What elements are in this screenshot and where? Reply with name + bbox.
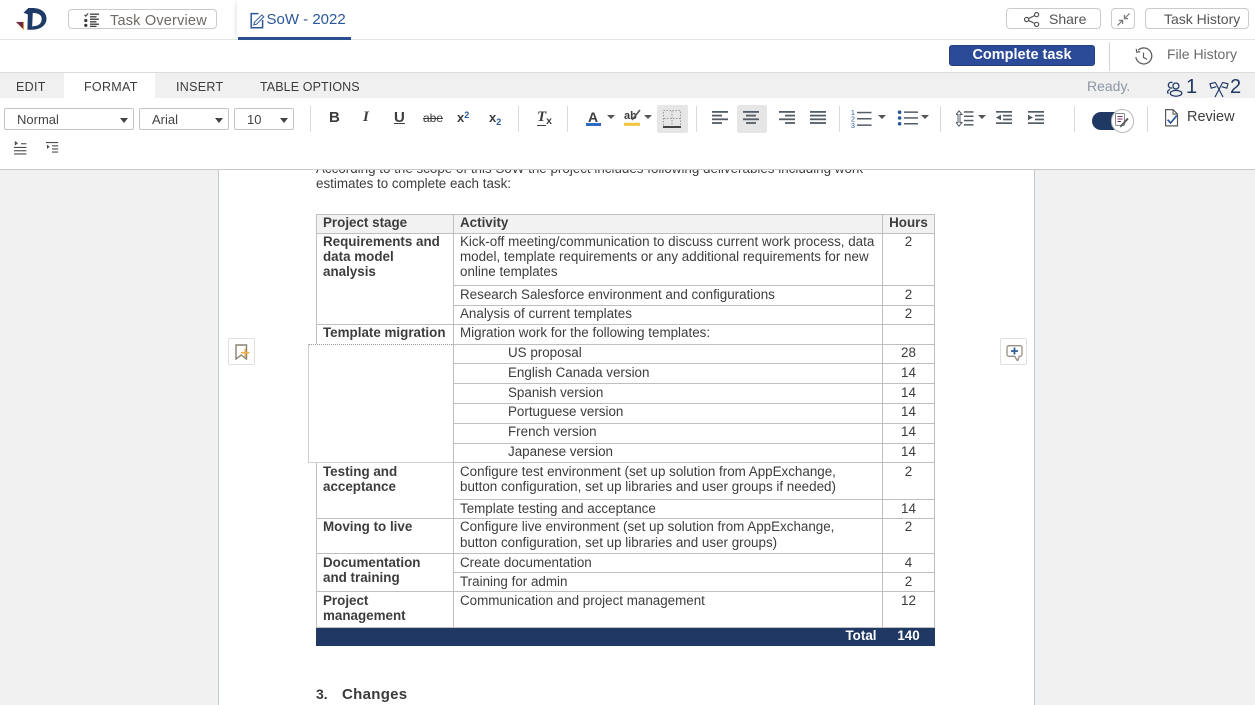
svg-text:3: 3 xyxy=(851,123,855,128)
